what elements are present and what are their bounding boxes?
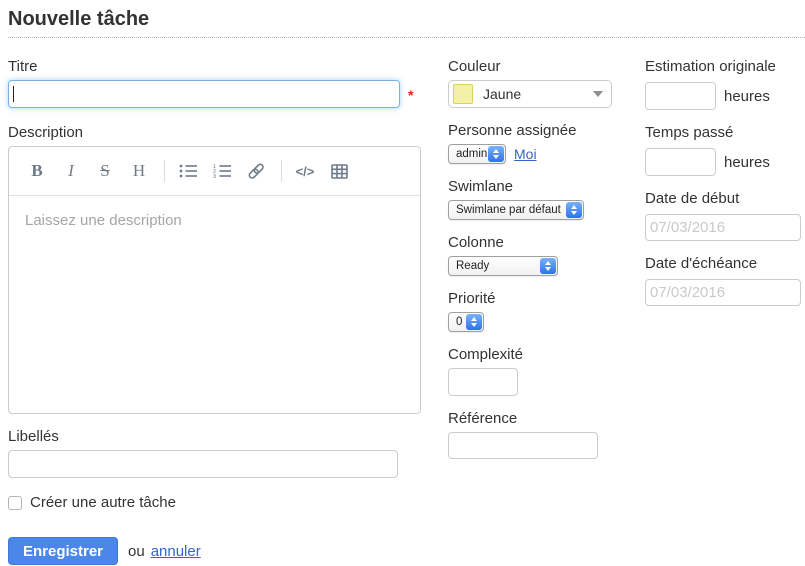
description-placeholder: Laissez une description [25,212,182,229]
complexity-input[interactable] [448,368,518,396]
select-stepper-icon [466,314,482,330]
new-task-page: Nouvelle tâche Titre * Description B I S… [0,0,805,565]
tags-input[interactable] [8,450,398,478]
create-another-label: Créer une autre tâche [30,494,176,511]
estimate-row: heures [645,82,805,110]
bullet-list-icon[interactable] [177,158,199,184]
create-another-checkbox[interactable] [8,496,22,510]
save-button[interactable]: Enregistrer [8,537,118,565]
start-date-label: Date de début [645,190,805,208]
color-value: Jaune [483,86,593,102]
reference-input[interactable] [448,432,598,459]
title-input[interactable] [8,80,400,108]
heading-icon[interactable]: H [128,158,150,184]
toolbar-separator [164,160,165,182]
link-icon[interactable] [245,158,267,184]
estimate-label: Estimation originale [645,58,805,76]
estimate-input[interactable] [645,82,716,110]
text-caret [13,86,14,102]
assignee-label: Personne assignée [448,122,645,140]
assignee-value: admin [456,148,487,160]
time-spent-label: Temps passé [645,124,805,142]
select-stepper-icon [566,202,582,218]
code-icon[interactable]: </> [294,158,316,184]
title-row: * [8,80,448,108]
form-actions: Enregistrer ou annuler [8,537,448,565]
svg-text:3: 3 [213,174,216,179]
due-date-label: Date d'échéance [645,255,805,273]
time-spent-input[interactable] [645,148,716,176]
select-stepper-icon [540,258,556,274]
italic-icon[interactable]: I [60,158,82,184]
strikethrough-icon[interactable]: S [94,158,116,184]
hours-suffix: heures [724,154,770,171]
chevron-down-icon [593,91,603,97]
column-label: Colonne [448,234,645,252]
assignee-select[interactable]: admin [448,144,506,164]
swimlane-label: Swimlane [448,178,645,196]
bold-icon[interactable]: B [26,158,48,184]
priority-select[interactable]: 0 [448,312,484,332]
assignee-row: admin Moi [448,144,645,164]
tags-label: Libellés [8,428,448,446]
description-editor: B I S H 1 2 [8,146,421,414]
required-asterisk: * [408,87,413,103]
priority-value: 0 [456,316,462,328]
swimlane-select[interactable]: Swimlane par défaut [448,200,584,220]
select-stepper-icon [488,146,504,162]
column-select[interactable]: Ready [448,256,558,276]
color-dropdown[interactable]: Jaune [448,80,612,108]
color-swatch-yellow [453,84,473,104]
title-label: Titre [8,58,448,76]
table-icon[interactable] [328,158,350,184]
start-date-input[interactable] [645,214,801,241]
left-column: Titre * Description B I S H [8,58,448,565]
create-another-row: Créer une autre tâche [8,494,448,511]
complexity-label: Complexité [448,346,645,364]
description-label: Description [8,124,448,142]
right-column: Estimation originale heures Temps passé … [645,58,805,320]
assign-me-link[interactable]: Moi [514,146,537,162]
form-columns: Titre * Description B I S H [8,38,805,565]
middle-column: Couleur Jaune Personne assignée admin Mo… [448,58,645,473]
swimlane-value: Swimlane par défaut [456,204,561,216]
color-label: Couleur [448,58,645,76]
column-value: Ready [456,260,489,272]
priority-label: Priorité [448,290,645,308]
or-text: ou [128,543,145,560]
reference-label: Référence [448,410,645,428]
ordered-list-icon[interactable]: 1 2 3 [211,158,233,184]
cancel-link[interactable]: annuler [151,543,201,560]
page-title: Nouvelle tâche [8,8,805,37]
description-textarea[interactable]: Laissez une description [9,196,420,413]
page-header: Nouvelle tâche [8,8,805,38]
toolbar-separator [281,160,282,182]
hours-suffix: heures [724,88,770,105]
time-spent-row: heures [645,148,805,176]
due-date-input[interactable] [645,279,801,306]
editor-toolbar: B I S H 1 2 [9,147,420,196]
